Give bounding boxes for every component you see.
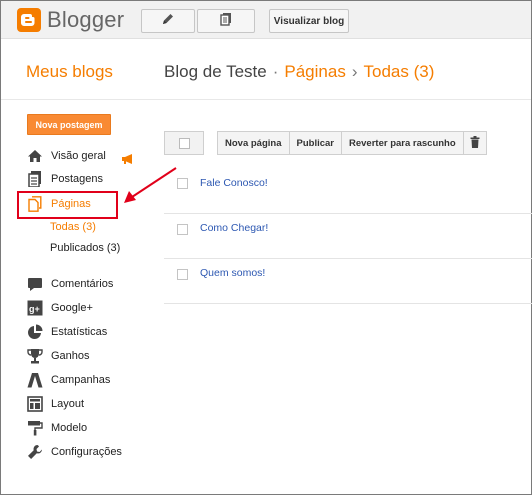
sidebar-item-settings[interactable]: Configurações bbox=[26, 444, 122, 460]
sidebar-item-earnings[interactable]: Ganhos bbox=[26, 348, 90, 364]
breadcrumb-section[interactable]: Páginas bbox=[284, 62, 345, 81]
breadcrumb-blog-name[interactable]: Blog de Teste bbox=[164, 62, 267, 81]
new-post-button[interactable]: Nova postagem bbox=[27, 114, 111, 135]
sidebar-item-google-plus[interactable]: g+ Google+ bbox=[26, 300, 93, 316]
sidebar-item-layout[interactable]: Layout bbox=[26, 396, 84, 412]
delete-button[interactable] bbox=[462, 131, 487, 155]
trash-icon bbox=[470, 135, 480, 151]
campaign-icon bbox=[26, 372, 43, 388]
sidebar-item-label: Estatísticas bbox=[51, 326, 108, 338]
sidebar-item-template[interactable]: Modelo bbox=[26, 420, 87, 436]
new-page-button[interactable]: Nova página bbox=[217, 131, 290, 155]
sidebar-item-label: Ganhos bbox=[51, 350, 90, 362]
sidebar-item-label: Visão geral bbox=[51, 150, 106, 162]
google-plus-icon: g+ bbox=[26, 300, 43, 316]
select-all-checkbox[interactable] bbox=[164, 131, 204, 155]
page-row-checkbox[interactable] bbox=[177, 224, 188, 235]
revert-to-draft-button[interactable]: Reverter para rascunho bbox=[341, 131, 464, 155]
page-title-link[interactable]: Fale Conosco! bbox=[200, 177, 268, 189]
my-blogs-link[interactable]: Meus blogs bbox=[26, 62, 113, 82]
app-title: Blogger bbox=[47, 7, 125, 32]
sidebar-item-label: Configurações bbox=[51, 446, 122, 458]
page-row-checkbox[interactable] bbox=[177, 269, 188, 280]
posts-icon bbox=[26, 171, 43, 187]
pencil-icon bbox=[161, 12, 175, 31]
sidebar-item-overview[interactable]: Visão geral bbox=[26, 148, 106, 164]
sidebar-item-label: Google+ bbox=[51, 302, 93, 314]
view-blog-button[interactable]: Visualizar blog bbox=[269, 9, 349, 33]
row-divider bbox=[164, 213, 532, 214]
trophy-icon bbox=[26, 348, 43, 364]
sidebar-item-stats[interactable]: Estatísticas bbox=[26, 324, 107, 340]
posts-list-toolbar-button[interactable] bbox=[197, 9, 255, 33]
page-row-checkbox[interactable] bbox=[177, 178, 188, 189]
highlight-box bbox=[17, 191, 118, 219]
page-title-link[interactable]: Como Chegar! bbox=[200, 222, 268, 234]
breadcrumb-filter[interactable]: Todas (3) bbox=[364, 62, 435, 81]
sidebar-subitem-published[interactable]: Publicados (3) bbox=[50, 242, 120, 254]
home-icon bbox=[26, 148, 43, 164]
megaphone-icon[interactable] bbox=[121, 151, 135, 169]
sidebar-item-posts[interactable]: Postagens bbox=[26, 171, 103, 187]
breadcrumb: Blog de Teste · Páginas › Todas (3) bbox=[164, 62, 434, 82]
top-bar: Blogger Visualizar blog bbox=[1, 1, 531, 39]
layout-icon bbox=[26, 396, 43, 412]
sidebar-item-label: Comentários bbox=[51, 278, 114, 290]
wrench-icon bbox=[26, 444, 43, 460]
comment-icon bbox=[26, 276, 43, 292]
page-title-link[interactable]: Quem somos! bbox=[200, 267, 265, 279]
publish-button[interactable]: Publicar bbox=[288, 131, 342, 155]
sidebar-item-label: Layout bbox=[51, 398, 85, 410]
paint-roller-icon bbox=[26, 420, 43, 436]
sidebar-item-comments[interactable]: Comentários bbox=[26, 276, 113, 292]
row-divider bbox=[164, 303, 532, 304]
sidebar-item-label: Postagens bbox=[51, 173, 103, 185]
sidebar-item-campaigns[interactable]: Campanhas bbox=[26, 372, 110, 388]
row-divider bbox=[164, 258, 532, 259]
pages-toolbar: Nova página Publicar Reverter para rascu… bbox=[164, 131, 487, 155]
copy-icon bbox=[219, 12, 233, 31]
breadcrumb-separator: › bbox=[351, 62, 358, 81]
sidebar-subitem-all[interactable]: Todas (3) bbox=[50, 221, 96, 233]
breadcrumb-separator: · bbox=[272, 62, 279, 81]
new-post-toolbar-button[interactable] bbox=[141, 9, 195, 33]
pie-chart-icon bbox=[26, 324, 43, 340]
divider bbox=[1, 99, 531, 100]
sidebar-item-label: Campanhas bbox=[51, 374, 111, 386]
svg-text:g+: g+ bbox=[29, 304, 40, 314]
blogger-logo-icon[interactable] bbox=[17, 8, 41, 32]
sidebar-item-label: Modelo bbox=[51, 422, 88, 434]
